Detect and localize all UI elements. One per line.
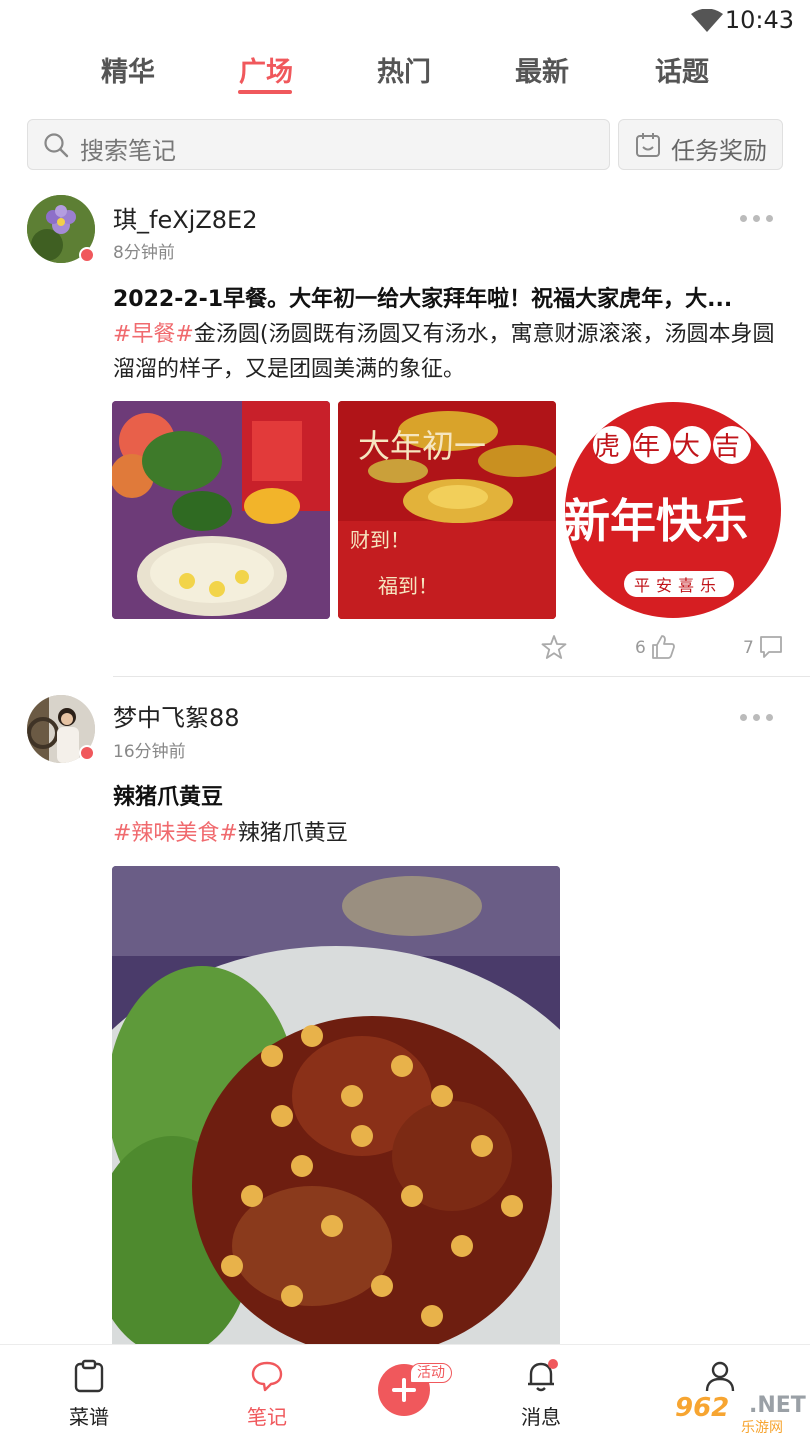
- comment-count: 7: [743, 638, 754, 658]
- status-bar: 10:43: [0, 0, 810, 44]
- star-icon: [541, 635, 567, 659]
- status-time: 10:43: [724, 6, 794, 34]
- post-actions: 6 7: [0, 633, 810, 663]
- post-divider: [113, 676, 810, 677]
- wifi-icon: [691, 9, 723, 32]
- tab-latest[interactable]: 最新: [482, 50, 602, 89]
- post-image[interactable]: 大年初一 财到！ 福到！: [338, 401, 556, 619]
- post-text: 金汤圆(汤圆既有汤圆又有汤水，寓意财源滚滚，汤圆本身圆溜溜的样子，又是团圆美满的…: [113, 322, 775, 382]
- task-reward-label: 任务奖励: [671, 137, 767, 165]
- post-username[interactable]: 琪_feXjZ8E2: [113, 200, 257, 235]
- post-title: 2022-2-1早餐。大年初一给大家拜年啦！祝福大家虎年，大...: [113, 287, 733, 312]
- tab-featured[interactable]: 精华: [68, 50, 188, 89]
- post-image[interactable]: [112, 866, 560, 1344]
- unread-dot: [548, 1359, 558, 1369]
- like-count: 6: [635, 638, 646, 658]
- tab-hot[interactable]: 热门: [344, 50, 464, 89]
- search-icon: [44, 133, 69, 158]
- post-time: 8分钟前: [113, 243, 175, 263]
- bottom-nav: 菜谱 笔记 活动 消息 962 .NET 乐游网: [0, 1344, 810, 1440]
- svg-text:平安喜乐: 平安喜乐: [634, 576, 722, 595]
- nav-recipes[interactable]: 菜谱: [34, 1345, 144, 1440]
- calendar-icon: [636, 133, 660, 157]
- favorite-button[interactable]: [540, 633, 570, 663]
- nav-notes[interactable]: 笔记: [212, 1345, 322, 1440]
- nav-messages[interactable]: 消息: [486, 1345, 596, 1440]
- search-input[interactable]: 搜索笔记: [27, 119, 610, 170]
- post-body: #早餐#金汤圆(汤圆既有汤圆又有汤水，寓意财源滚滚，汤圆本身圆溜溜的样子，又是团…: [113, 317, 783, 387]
- watermark: 962 .NET 乐游网: [675, 1393, 806, 1436]
- nav-notes-label: 笔记: [247, 1405, 287, 1429]
- post-tag[interactable]: #早餐#: [113, 322, 194, 347]
- chat-bubble-icon: [251, 1361, 283, 1392]
- active-tab-indicator: [238, 90, 292, 94]
- svg-text:福到！: 福到！: [378, 574, 438, 598]
- thumbs-up-icon: [652, 635, 675, 659]
- vip-badge: [79, 247, 95, 263]
- nav-messages-label: 消息: [521, 1405, 561, 1429]
- task-reward-button[interactable]: 任务奖励: [618, 119, 783, 170]
- svg-text:财到！: 财到！: [350, 528, 410, 552]
- post-time: 16分钟前: [113, 742, 186, 762]
- top-tabs: 精华 广场 热门 最新 话题: [0, 44, 810, 102]
- nav-recipes-label: 菜谱: [69, 1405, 109, 1429]
- post-image[interactable]: [112, 401, 330, 619]
- post-text: 辣猪爪黄豆: [237, 821, 348, 846]
- clipboard-icon: [74, 1359, 104, 1393]
- like-button[interactable]: 6: [630, 633, 678, 663]
- person-icon: [705, 1361, 735, 1392]
- vip-badge: [79, 745, 95, 761]
- svg-text:虎年大吉: 虎年大吉: [594, 432, 754, 462]
- more-options-icon[interactable]: [740, 215, 774, 223]
- post-body: #辣味美食#辣猪爪黄豆: [113, 816, 783, 851]
- search-placeholder: 搜索笔记: [80, 137, 176, 165]
- comment-icon: [760, 636, 782, 658]
- more-options-icon[interactable]: [740, 714, 774, 722]
- tab-square[interactable]: 广场: [206, 50, 326, 89]
- svg-text:新年快乐: 新年快乐: [564, 494, 748, 548]
- post-image[interactable]: 虎年大吉 新年快乐 平安喜乐: [564, 401, 782, 619]
- svg-text:大年初一: 大年初一: [358, 427, 486, 465]
- post-title: 辣猪爪黄豆: [113, 785, 224, 810]
- post-tag[interactable]: #辣味美食#: [113, 821, 238, 846]
- event-badge: 活动: [410, 1363, 452, 1383]
- tab-topics[interactable]: 话题: [622, 50, 742, 89]
- comment-button[interactable]: 7: [740, 633, 788, 663]
- post-username[interactable]: 梦中飞絮88: [113, 698, 240, 733]
